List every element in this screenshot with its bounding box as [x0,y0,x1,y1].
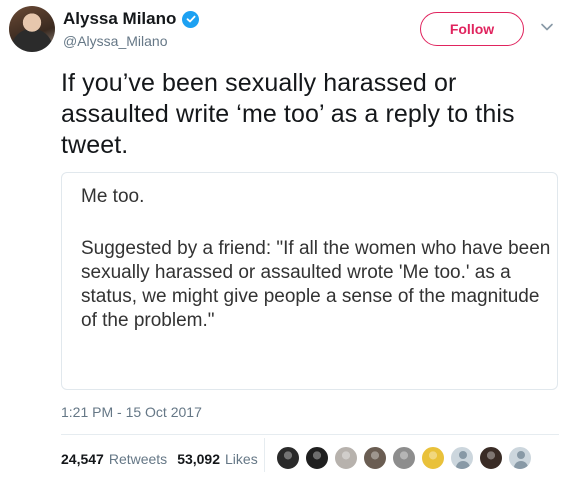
attached-image-card[interactable]: Me too. Suggested by a friend: "If all t… [61,172,558,390]
retweets-count[interactable]: 24,547 [61,451,104,467]
tweet-stats: 24,547 Retweets 53,092 Likes [61,451,268,467]
liker-avatar[interactable] [508,446,532,470]
follow-button[interactable]: Follow [420,12,524,46]
attachment-title: Me too. [81,186,145,207]
avatar[interactable] [9,6,55,52]
retweets-label[interactable]: Retweets [109,451,167,467]
verified-badge-icon [182,10,200,28]
liker-avatar[interactable] [276,446,300,470]
liker-avatar[interactable] [392,446,416,470]
tweet-text: If you’ve been sexually harassed or assa… [61,69,515,159]
liker-avatars [276,446,537,470]
chevron-down-icon[interactable] [540,22,554,32]
tweet: Alyssa Milano @Alyssa_Milano Follow If y… [0,0,573,480]
likes-count[interactable]: 53,092 [177,451,220,467]
liker-avatar[interactable] [421,446,445,470]
display-name[interactable]: Alyssa Milano [63,9,176,29]
attachment-body: Suggested by a friend: "If all the women… [81,238,551,331]
stats-divider [264,438,265,472]
liker-avatar[interactable] [305,446,329,470]
user-name-row: Alyssa Milano [63,9,200,29]
liker-avatar[interactable] [479,446,503,470]
likes-label[interactable]: Likes [225,451,258,467]
divider [61,434,559,435]
user-handle[interactable]: @Alyssa_Milano [63,33,167,49]
tweet-timestamp[interactable]: 1:21 PM - 15 Oct 2017 [61,404,202,420]
liker-avatar[interactable] [334,446,358,470]
liker-avatar[interactable] [363,446,387,470]
liker-avatar[interactable] [450,446,474,470]
